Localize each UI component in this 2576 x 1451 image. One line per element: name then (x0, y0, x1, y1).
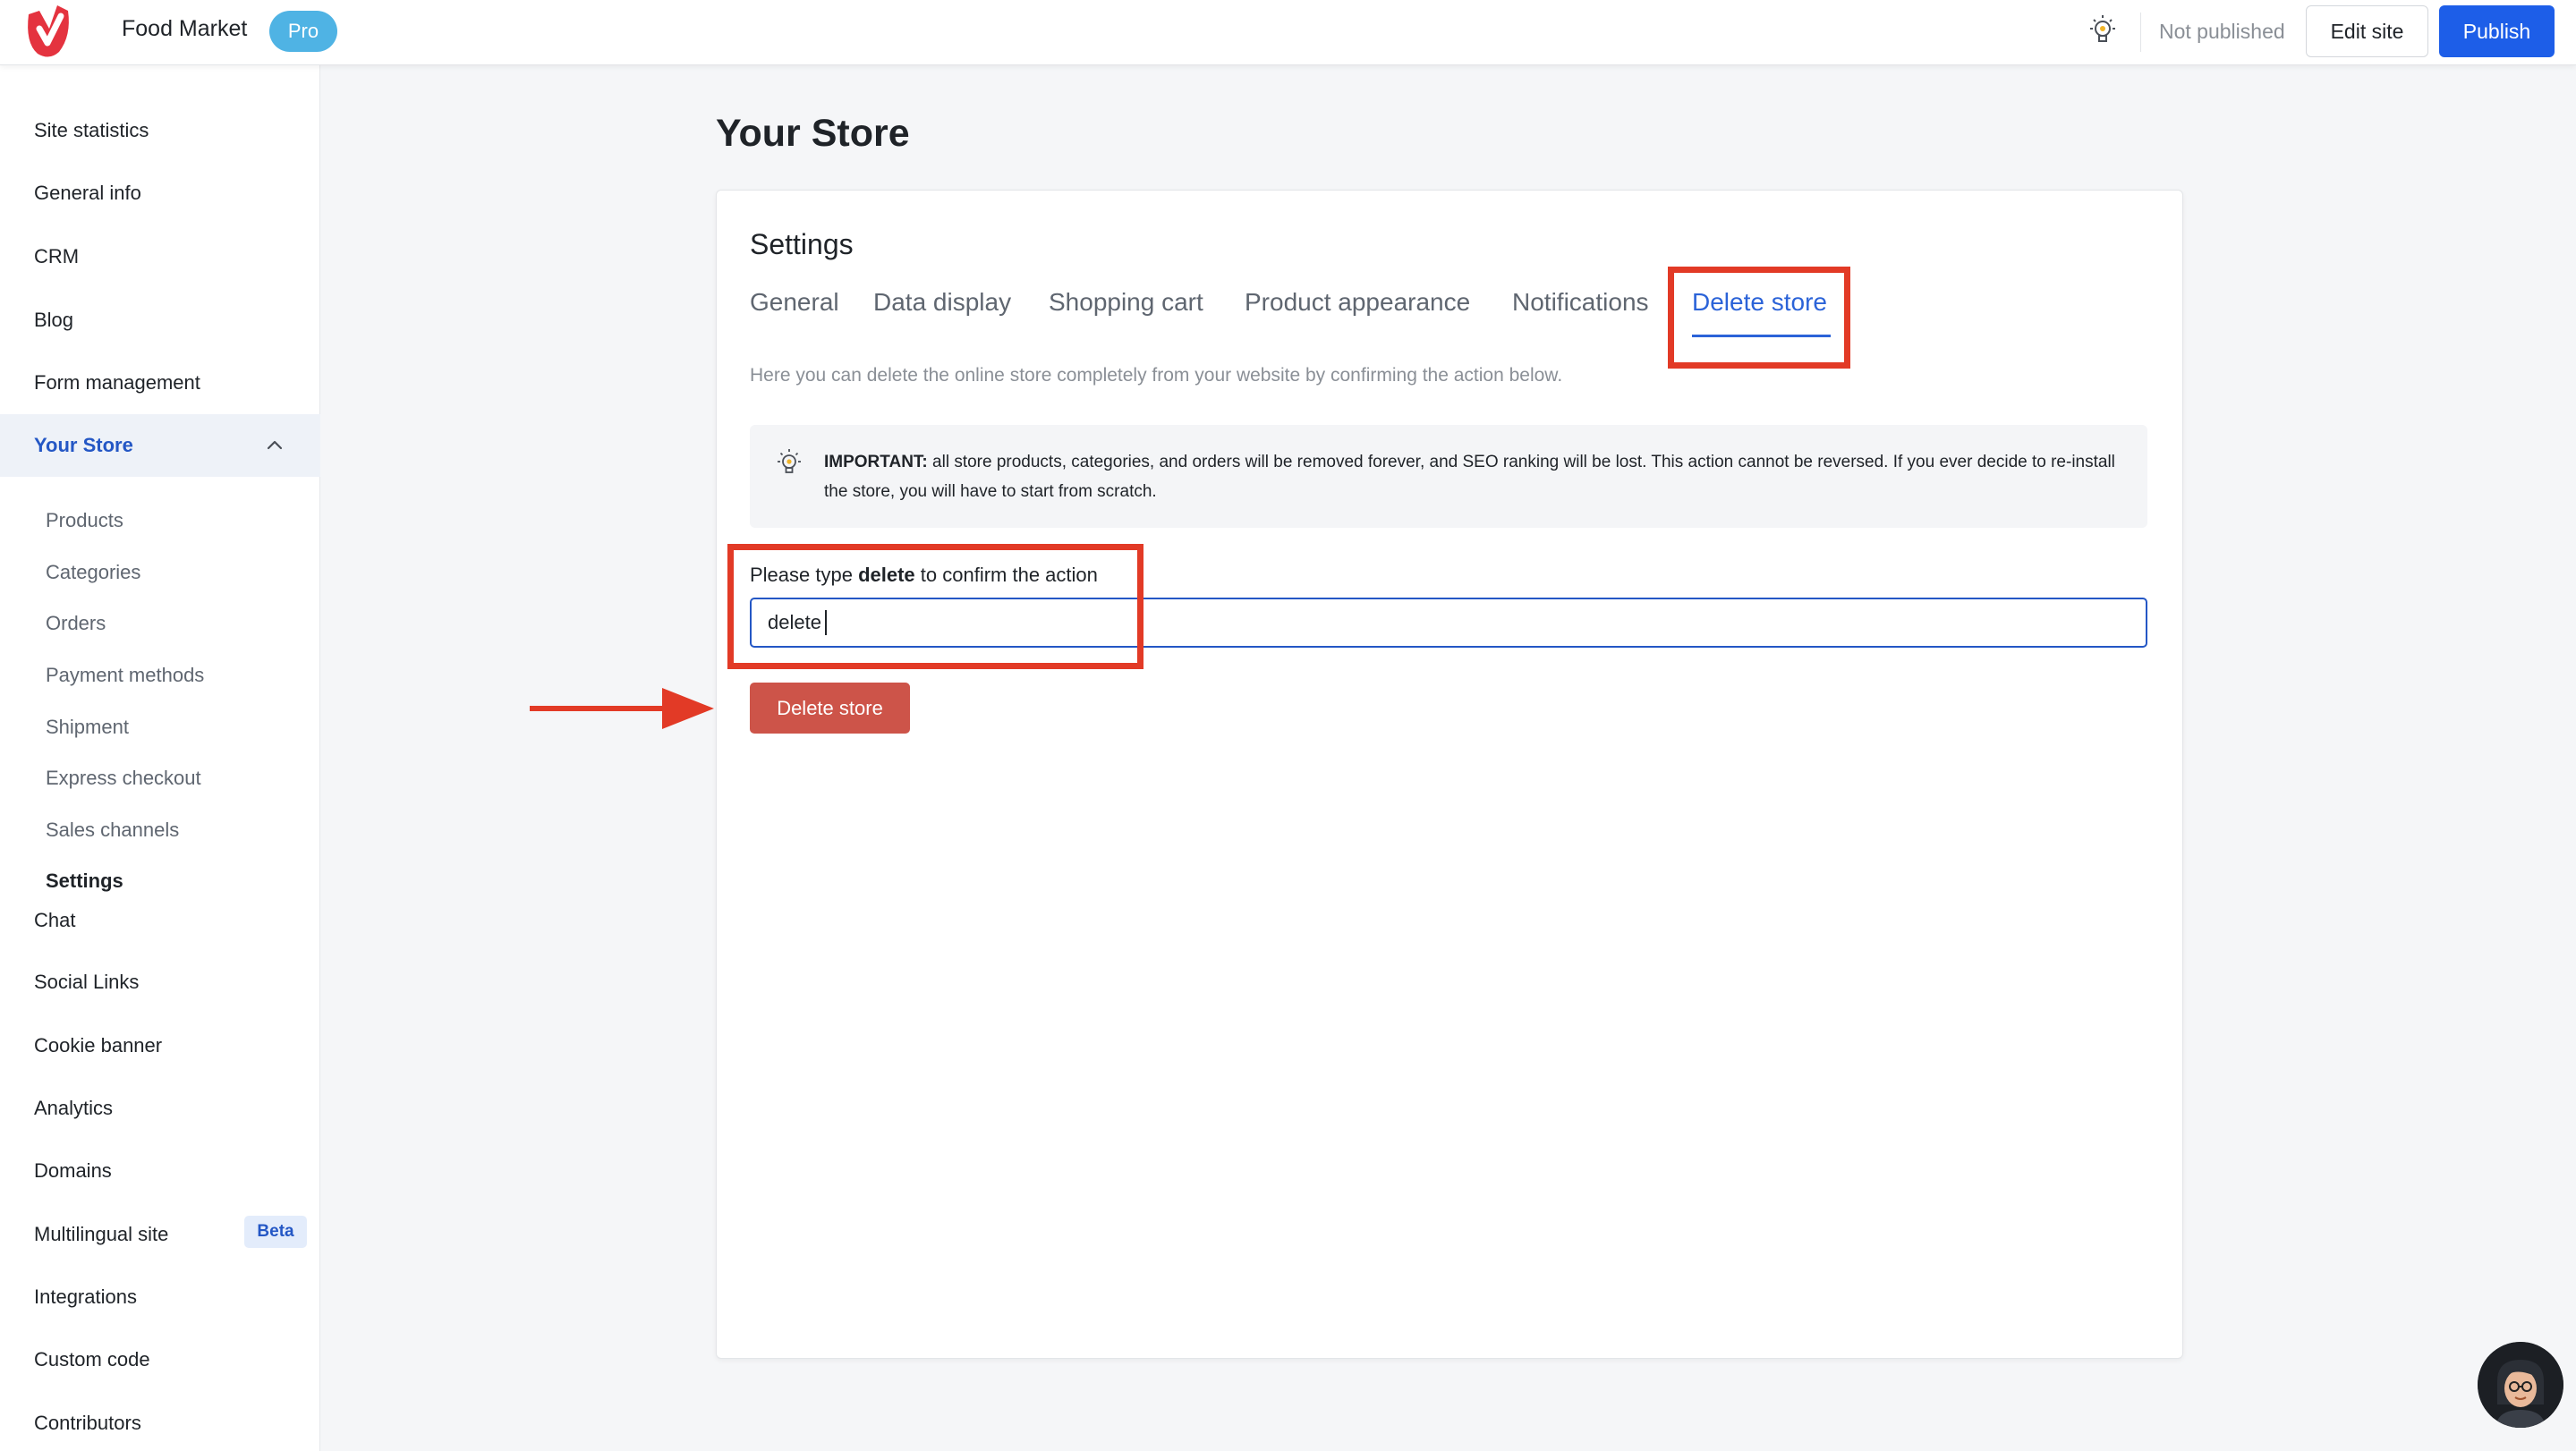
toolbar-divider (2140, 13, 2141, 52)
sidebar-item-integrations[interactable]: Integrations (0, 1266, 320, 1328)
sidebar-item-label: General info (34, 182, 141, 204)
sidebar-item-label: Integrations (34, 1286, 137, 1308)
sidebar-item-general-info[interactable]: General info (0, 162, 320, 225)
plan-badge: Pro (269, 11, 337, 52)
sidebar-subitem-label: Shipment (46, 716, 129, 738)
food-market-logo-icon[interactable] (18, 2, 81, 61)
sidebar-item-form-management[interactable]: Form management (0, 352, 320, 414)
sidebar-subitem-label: Categories (46, 561, 141, 583)
sidebar-item-label: Your Store (34, 434, 133, 456)
sidebar-item-label: CRM (34, 245, 80, 267)
sidebar-item-label: Social Links (34, 971, 140, 993)
beta-badge: Beta (244, 1216, 307, 1248)
sidebar-item-site-statistics[interactable]: Site statistics (0, 99, 320, 162)
sidebar-item-label: Blog (34, 309, 74, 331)
sidebar-subitem-label: Orders (46, 612, 106, 634)
page-title: Your Store (716, 112, 910, 155)
chevron-up-icon[interactable] (265, 436, 285, 455)
settings-heading: Settings (750, 228, 854, 260)
sidebar-item-social-links[interactable]: Social Links (0, 951, 320, 1014)
sidebar-subitem-products[interactable]: Products (0, 497, 320, 544)
sidebar-item-label: Cookie banner (34, 1034, 163, 1056)
sidebar-item-multilingual-site[interactable]: Multilingual site Beta (0, 1203, 320, 1266)
highlight-box-delete-tab (1668, 267, 1850, 369)
sidebar-item-analytics[interactable]: Analytics (0, 1077, 320, 1140)
tab-product-appearance[interactable]: Product appearance (1245, 288, 1470, 317)
tab-notifications[interactable]: Notifications (1512, 288, 1649, 317)
delete-store-description: Here you can delete the online store com… (750, 365, 1563, 386)
sidebar-subitem-express-checkout[interactable]: Express checkout (0, 755, 320, 802)
highlight-box-confirm-field (727, 544, 1143, 669)
sidebar-item-label: Analytics (34, 1097, 114, 1119)
sidebar-item-crm[interactable]: CRM (0, 225, 320, 288)
sidebar-item-label: Domains (34, 1159, 112, 1182)
sidebar-subitem-categories[interactable]: Categories (0, 549, 320, 596)
publish-button[interactable]: Publish (2439, 5, 2555, 57)
alert-strong: IMPORTANT: (824, 453, 928, 471)
delete-store-button[interactable]: Delete store (750, 683, 910, 734)
sidebar-item-domains[interactable]: Domains (0, 1140, 320, 1202)
lightbulb-icon[interactable] (2085, 13, 2121, 48)
sidebar-subitem-payment-methods[interactable]: Payment methods (0, 652, 320, 699)
alert-message: IMPORTANT: all store products, categorie… (824, 447, 2121, 506)
sidebar-subitem-shipment[interactable]: Shipment (0, 704, 320, 751)
sidebar-item-label: Contributors (34, 1412, 141, 1434)
sidebar-item-your-store[interactable]: Your Store (0, 414, 320, 477)
sidebar-item-custom-code[interactable]: Custom code (0, 1328, 320, 1391)
sidebar-subitem-label: Express checkout (46, 767, 201, 789)
tab-shopping-cart[interactable]: Shopping cart (1049, 288, 1203, 317)
sidebar-subitem-sales-channels[interactable]: Sales channels (0, 807, 320, 853)
tab-general[interactable]: General (750, 288, 839, 317)
sidebar-item-label: Multilingual site (34, 1223, 169, 1245)
publish-status: Not published (2159, 20, 2285, 43)
edit-site-button[interactable]: Edit site (2306, 5, 2428, 57)
sidebar-item-label: Site statistics (34, 119, 149, 141)
sidebar-item-label: Custom code (34, 1348, 150, 1370)
support-avatar-illustration (2478, 1342, 2563, 1428)
support-avatar-icon[interactable] (2478, 1342, 2563, 1428)
lightbulb-icon (778, 449, 801, 473)
sidebar-item-blog[interactable]: Blog (0, 289, 320, 352)
sidebar-item-contributors[interactable]: Contributors (0, 1392, 320, 1451)
sidebar-subitem-label: Sales channels (46, 819, 180, 841)
sidebar-subitem-label: Payment methods (46, 664, 205, 686)
sidebar-item-label: Form management (34, 371, 200, 394)
sidebar-subitem-label: Products (46, 509, 123, 531)
sidebar-item-label: Chat (34, 909, 76, 931)
sidebar-item-cookie-banner[interactable]: Cookie banner (0, 1014, 320, 1077)
site-name: Food Market (122, 16, 248, 41)
top-bar: Food Market Pro Not published Edit site … (0, 0, 2576, 65)
sidebar: Site statistics General info CRM Blog Fo… (0, 65, 320, 1451)
sidebar-subitem-orders[interactable]: Orders (0, 600, 320, 647)
sidebar-item-chat[interactable]: Chat (0, 889, 320, 952)
alert-body: all store products, categories, and orde… (824, 453, 2115, 501)
arrow-right-icon (530, 688, 714, 729)
tab-data-display[interactable]: Data display (873, 288, 1011, 317)
